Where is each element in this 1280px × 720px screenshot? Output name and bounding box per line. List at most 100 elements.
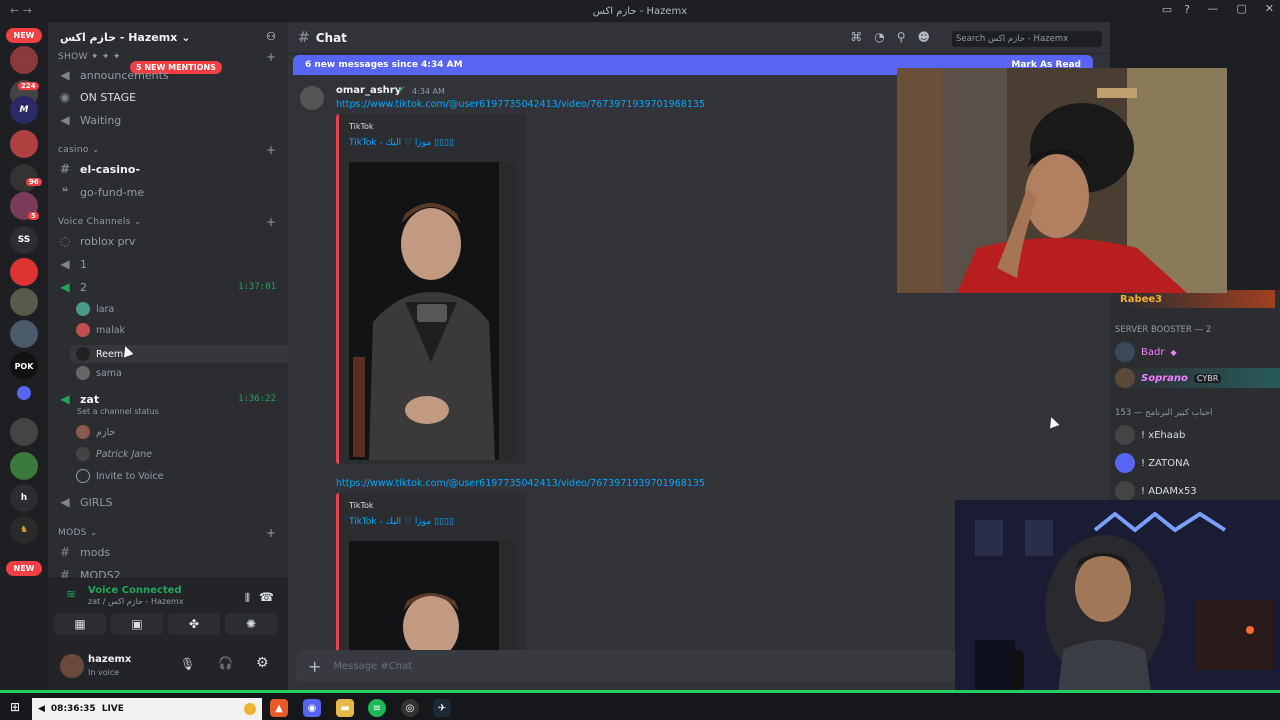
member-item[interactable]: Badr ◆	[1115, 342, 1177, 362]
channel-mods[interactable]: # mods	[58, 545, 110, 559]
speaker-icon: ◀	[60, 280, 70, 294]
obs-icon[interactable]: ◎	[401, 699, 419, 717]
disconnect-icon[interactable]: ☎	[259, 590, 274, 604]
server-icon[interactable]: POK	[10, 352, 38, 380]
add-channel-icon[interactable]: +	[266, 215, 276, 229]
member-category: SERVER BOOSTER — 2	[1115, 325, 1212, 335]
pin-icon[interactable]: ⚲	[897, 30, 906, 44]
folder-icon[interactable]	[17, 386, 31, 400]
server-icon[interactable]	[10, 46, 38, 74]
channel-waiting[interactable]: ◀ Waiting	[58, 113, 121, 127]
embed-video[interactable]	[349, 541, 517, 653]
spotify-icon[interactable]: ≡	[368, 699, 386, 717]
message-author[interactable]: omar_ashry	[336, 85, 401, 96]
channel-on-stage[interactable]: ◉ ON STAGE	[58, 90, 136, 104]
add-channel-icon[interactable]: +	[266, 50, 276, 64]
server-icon[interactable]	[10, 130, 38, 158]
category-mods[interactable]: MODS ⌄	[58, 528, 98, 538]
new-unreads-pill[interactable]: NEW	[6, 28, 42, 43]
channel-1[interactable]: ◀ 1	[58, 257, 87, 271]
headphones-icon[interactable]: 🎧	[218, 656, 233, 670]
microphone-icon[interactable]: 🎙	[180, 657, 195, 671]
voice-user[interactable]: Reem	[70, 345, 292, 363]
embed-title[interactable]: TikTok - موزا ♡ البك ▯▯▯▯	[349, 517, 454, 527]
category-casino[interactable]: casino ⌄	[58, 145, 100, 155]
server-icon[interactable]	[10, 418, 38, 446]
add-attachment-icon[interactable]: +	[308, 657, 321, 676]
minimize-icon[interactable]: —	[1207, 2, 1218, 15]
voice-user[interactable]: lara	[76, 302, 114, 316]
message-input[interactable]: + Message #Chat	[296, 650, 956, 682]
soundboard-button[interactable]: ✺	[225, 613, 277, 635]
add-friend-icon[interactable]: ⚇	[266, 30, 276, 43]
voice-connected-panel: ≋ Voice Connected zat / حازم اكس - Hazem…	[48, 578, 288, 642]
close-icon[interactable]: ✕	[1265, 2, 1274, 15]
channel-go-fund-me[interactable]: ❝ go-fund-me	[58, 185, 144, 199]
speaker-icon: ◀	[60, 257, 70, 271]
voice-user[interactable]: malak	[76, 323, 125, 337]
gear-icon[interactable]: ⚙	[256, 655, 269, 671]
activities-button[interactable]: ✤	[168, 613, 220, 635]
channel-sidebar: حازم اكس - Hazemx ⌄ ⚇ SHOW ✦ ✦ ✦ + 5 NEW…	[48, 22, 292, 690]
voice-user[interactable]: Patrick Jane	[76, 447, 152, 461]
member-item[interactable]: ! ZATONA	[1115, 453, 1189, 473]
category-show[interactable]: SHOW ✦ ✦ ✦	[58, 52, 121, 62]
server-name: حازم اكس - Hazemx	[60, 30, 178, 44]
voice-user[interactable]: sama	[76, 366, 122, 380]
embed-video[interactable]	[349, 162, 517, 460]
inbox-icon[interactable]: ▭	[1162, 3, 1172, 16]
avatar[interactable]	[60, 654, 84, 678]
channel-el-casino[interactable]: # el-casino-	[58, 162, 140, 176]
help-icon[interactable]: ?	[1184, 3, 1190, 16]
server-icon[interactable]: h	[10, 484, 38, 512]
server-icon[interactable]: ♞	[10, 516, 38, 544]
message-link[interactable]: https://www.tiktok.com/@user619773504241…	[336, 99, 705, 110]
avatar	[76, 347, 90, 361]
server-icon[interactable]	[10, 258, 38, 286]
member-item[interactable]: ! ADAMx53	[1115, 481, 1197, 501]
screenshare-button[interactable]: ▣	[111, 613, 163, 635]
invite-to-voice[interactable]: Invite to Voice	[76, 469, 164, 483]
server-icon[interactable]	[10, 452, 38, 480]
search-input[interactable]: Search حازم اكس - Hazemx	[952, 31, 1102, 47]
threads-icon[interactable]: ⌘	[850, 30, 862, 44]
discord-icon[interactable]: ◉	[303, 699, 321, 717]
hash-icon: #	[298, 29, 310, 46]
maximize-icon[interactable]: ▢	[1236, 2, 1246, 15]
embed-title[interactable]: TikTok - موزا ♡ البك ▯▯▯▯	[349, 138, 454, 148]
server-icon[interactable]	[10, 288, 38, 316]
voice-user[interactable]: حازم	[76, 425, 115, 439]
channel-announcements[interactable]: ◀ announcements	[58, 68, 168, 82]
channel-2[interactable]: ◀ 2	[58, 280, 87, 294]
channel-girls[interactable]: ◀ GIRLS	[58, 495, 112, 509]
server-icon[interactable]: M	[10, 96, 38, 124]
avatar[interactable]	[300, 86, 324, 110]
message-link[interactable]: https://www.tiktok.com/@user619773504241…	[336, 478, 705, 489]
live-widget[interactable]: ◀ 08:36:35 LIVE	[32, 698, 262, 720]
channel-status[interactable]: Set a channel status	[77, 407, 159, 416]
member-category: احباب كبير البرنامج — 153	[1115, 408, 1213, 418]
channel-zat[interactable]: ◀ zat	[58, 392, 99, 406]
server-icon[interactable]	[10, 320, 38, 348]
add-channel-icon[interactable]: +	[266, 526, 276, 540]
back-forward-icon[interactable]: ← →	[10, 4, 32, 17]
server-icon[interactable]: SS	[10, 226, 38, 254]
channel-roblox-prv[interactable]: ◌ roblox prv	[58, 234, 136, 248]
member-item[interactable]: Soprano CYBR	[1115, 368, 1280, 388]
member-item[interactable]: ! xEhaab	[1115, 425, 1185, 445]
category-voice-channels[interactable]: Voice Channels ⌄	[58, 217, 142, 227]
voice-timer: 1:36:22	[238, 394, 276, 404]
webcam-image	[897, 68, 1227, 293]
notifications-icon[interactable]: ◔	[874, 30, 884, 44]
camera-button[interactable]: ▦	[54, 613, 106, 635]
members-icon[interactable]: ☻	[917, 30, 930, 44]
steam-icon[interactable]: ✈	[433, 699, 451, 717]
add-channel-icon[interactable]: +	[266, 143, 276, 157]
brave-icon[interactable]: ▲	[270, 699, 288, 717]
unread-badge: 5	[28, 212, 39, 220]
new-unreads-pill[interactable]: NEW	[6, 561, 42, 576]
soundboard-icon[interactable]: ⦀	[245, 591, 250, 606]
windows-start-icon[interactable]: ⊞	[10, 700, 20, 714]
server-header[interactable]: حازم اكس - Hazemx ⌄ ⚇	[48, 22, 288, 52]
folder-icon[interactable]: ▬	[336, 699, 354, 717]
